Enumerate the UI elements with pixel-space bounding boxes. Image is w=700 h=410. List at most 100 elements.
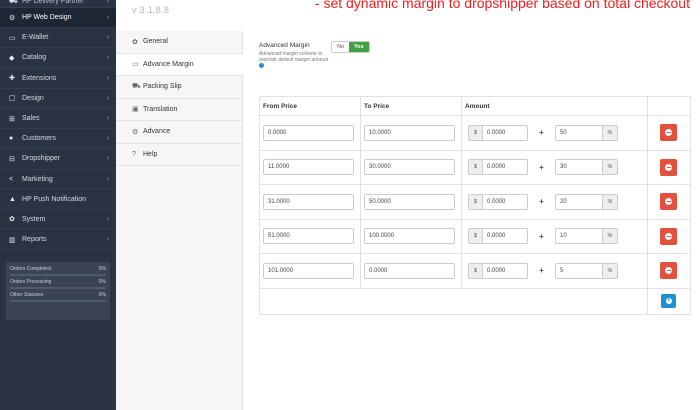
table-row: 0.0000 10.0000 $0.0000 +50% <box>259 115 692 151</box>
percent-input[interactable]: 30 <box>555 159 603 176</box>
action-cell <box>646 218 692 254</box>
col-from-price: From Price <box>259 96 361 116</box>
amount-cell: $0.0000 +20% <box>461 184 648 220</box>
sidebar-item-e-wallet[interactable]: ▭ E-Wallet › <box>0 28 116 49</box>
action-cell <box>646 149 692 185</box>
toggle-yes[interactable]: Yes <box>349 42 369 52</box>
remove-row-button[interactable] <box>660 227 678 245</box>
add-cell: + <box>646 287 692 315</box>
amount-group: $0.0000 +30% <box>468 159 641 176</box>
amount-input[interactable]: 0.0000 <box>483 193 528 210</box>
from-price-input[interactable]: 31.0000 <box>263 193 354 210</box>
from-price-input[interactable]: 51.0000 <box>263 228 354 245</box>
help-icon[interactable] <box>259 63 264 69</box>
add-row-button[interactable]: + <box>661 294 677 308</box>
amount-cell: $0.0000 +50% <box>461 115 648 151</box>
from-cell: 101.0000 <box>259 253 361 289</box>
amount-input[interactable]: 0.0000 <box>483 228 528 245</box>
chevron-right-icon: › <box>106 54 109 62</box>
plus-sign: + <box>539 128 544 138</box>
from-price-input[interactable]: 101.0000 <box>263 262 354 279</box>
col-amount: Amount <box>461 96 648 116</box>
tag-icon: ◆ <box>9 54 15 62</box>
advanced-margin-setting: Advanced Margin Advanced margin scheme t… <box>259 42 329 69</box>
currency-addon: $ <box>468 228 483 245</box>
sidebar-item-system[interactable]: ✿ System › <box>0 210 116 231</box>
amount-input[interactable]: 0.0000 <box>483 262 528 279</box>
remove-row-button[interactable] <box>660 158 678 176</box>
sidebar-item-label: E-Wallet <box>22 34 49 42</box>
amount-input[interactable]: 0.0000 <box>483 124 528 141</box>
table-header-row: From Price To Price Amount <box>259 96 692 116</box>
chevron-right-icon: › <box>106 0 109 5</box>
tab-advance-margin[interactable]: ▭ Advance Margin <box>116 53 243 76</box>
advance-margin-panel: Advanced Margin Advanced margin scheme t… <box>243 31 700 410</box>
sidebar-item-reports[interactable]: ▥ Reports › <box>0 230 116 251</box>
toggle-no[interactable]: No <box>332 42 350 52</box>
stat-item: Orders Completed 0% <box>10 266 106 276</box>
percent-addon: % <box>603 159 618 176</box>
remove-row-button[interactable] <box>660 124 678 142</box>
percent-input[interactable]: 10 <box>555 228 603 245</box>
to-cell: 0.0000 <box>360 253 462 289</box>
sidebar-item-hp-push-notification[interactable]: ▲ HP Push Notification <box>0 190 116 210</box>
stat-progress-bar <box>10 274 106 276</box>
sidebar-item-extensions[interactable]: ✚ Extensions › <box>0 69 116 89</box>
sidebar-item-hp-delivery-partner[interactable]: ⛟ HP Delivery Partner › <box>0 0 116 8</box>
to-price-input[interactable]: 10.0000 <box>364 124 455 141</box>
chevron-right-icon: › <box>106 215 109 223</box>
chevron-right-icon: › <box>106 236 109 244</box>
from-cell: 31.0000 <box>259 184 361 220</box>
tab-advance[interactable]: ⚙ Advance <box>116 121 242 144</box>
percent-addon: % <box>603 124 618 141</box>
to-price-input[interactable]: 50.0000 <box>364 193 455 210</box>
cogs-icon: ⚙ <box>9 14 16 22</box>
tab-translation[interactable]: ▣ Translation <box>116 99 242 121</box>
chevron-right-icon: › <box>106 115 109 123</box>
currency-addon: $ <box>468 262 483 279</box>
to-price-input[interactable]: 30.0000 <box>364 159 455 176</box>
amount-group: $0.0000 +50% <box>468 124 641 141</box>
stat-progress-bar <box>10 300 106 302</box>
sidebar-item-hp-web-design[interactable]: ⚙ HP Web Design › <box>0 8 116 29</box>
tab-general[interactable]: ✿ General <box>116 31 242 54</box>
from-price-input[interactable]: 11.0000 <box>263 159 354 176</box>
sidebar-item-catalog[interactable]: ◆ Catalog › <box>0 48 116 69</box>
margin-table: From Price To Price Amount 0.0000 10.0000… <box>259 96 692 315</box>
sidebar-item-customers[interactable]: ● Customers › <box>0 129 116 150</box>
from-cell: 0.0000 <box>259 115 361 151</box>
truck-icon: ⛟ <box>132 83 141 91</box>
chevron-right-icon: › <box>106 34 109 42</box>
to-price-input[interactable]: 100.0000 <box>364 228 455 245</box>
advanced-margin-toggle[interactable]: No Yes <box>331 41 370 53</box>
from-price-input[interactable]: 0.0000 <box>263 124 354 141</box>
percent-input[interactable]: 5 <box>555 262 603 279</box>
sidebar-item-marketing[interactable]: < Marketing › <box>0 170 116 190</box>
to-cell: 30.0000 <box>360 149 462 185</box>
wallet-icon: ▭ <box>9 34 16 42</box>
chevron-right-icon: › <box>106 175 109 183</box>
remove-row-button[interactable] <box>660 193 678 211</box>
remove-row-button[interactable] <box>660 262 678 280</box>
tab-help[interactable]: ? Help <box>116 144 242 166</box>
minus-circle-icon <box>665 232 673 240</box>
amount-group: $0.0000 +10% <box>468 228 641 245</box>
sidebar-item-label: Customers <box>22 135 56 143</box>
advanced-margin-help-text: Advanced margin scheme to override defau… <box>259 51 329 63</box>
from-cell: 51.0000 <box>259 218 361 254</box>
to-cell: 10.0000 <box>360 115 462 151</box>
sidebar-item-dropshipper[interactable]: ⊟ Dropshipper › <box>0 149 116 170</box>
advanced-margin-help: Advanced margin scheme to override defau… <box>259 51 329 69</box>
percent-input[interactable]: 50 <box>555 124 603 141</box>
sidebar-item-design[interactable]: ▢ Design › <box>0 89 116 109</box>
stat-label: Other Statuses <box>10 292 44 298</box>
sidebar-item-sales[interactable]: ⊞ Sales › <box>0 109 116 130</box>
tab-label: General <box>143 38 168 46</box>
table-row: 11.0000 30.0000 $0.0000 +30% <box>259 149 692 185</box>
version-label: v 3.1.8.8 <box>132 5 170 15</box>
tab-packing-slip[interactable]: ⛟ Packing Slip <box>116 76 242 99</box>
plus-sign: + <box>539 266 544 276</box>
amount-input[interactable]: 0.0000 <box>483 159 528 176</box>
to-price-input[interactable]: 0.0000 <box>364 262 455 279</box>
percent-input[interactable]: 20 <box>555 193 603 210</box>
